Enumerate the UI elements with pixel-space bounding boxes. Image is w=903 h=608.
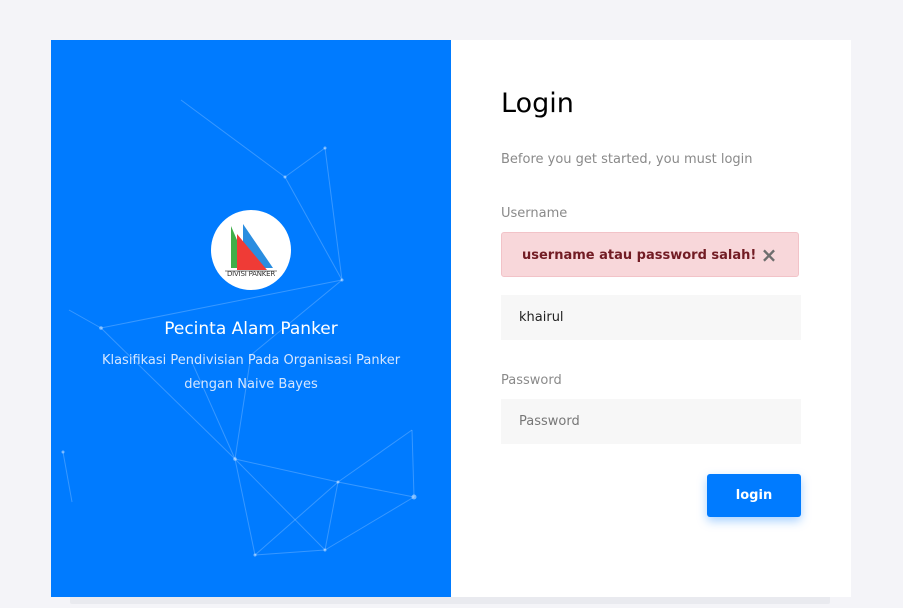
- close-icon[interactable]: ×: [760, 244, 778, 266]
- login-subtitle: Before you get started, you must login: [501, 152, 753, 167]
- error-alert: username atau password salah! ×: [501, 232, 799, 277]
- login-button[interactable]: login: [707, 474, 801, 517]
- organization-description: Klasifikasi Pendivisian Pada Organisasi …: [101, 353, 401, 392]
- password-input[interactable]: [501, 399, 801, 444]
- brand-panel: DIVISI PANKER Pecinta Alam Panker Klasif…: [51, 40, 451, 597]
- username-input[interactable]: [501, 295, 801, 340]
- login-card: DIVISI PANKER Pecinta Alam Panker Klasif…: [51, 40, 851, 597]
- sail-logo-icon: [225, 224, 277, 272]
- username-label: Username: [501, 206, 568, 221]
- organization-name: Pecinta Alam Panker: [164, 319, 338, 339]
- logo: DIVISI PANKER: [211, 210, 291, 290]
- login-panel: Login Before you get started, you must l…: [451, 40, 851, 597]
- password-label: Password: [501, 373, 562, 388]
- logo-text: DIVISI PANKER: [226, 270, 276, 278]
- error-message: username atau password salah!: [522, 248, 757, 263]
- page-title: Login: [501, 88, 574, 119]
